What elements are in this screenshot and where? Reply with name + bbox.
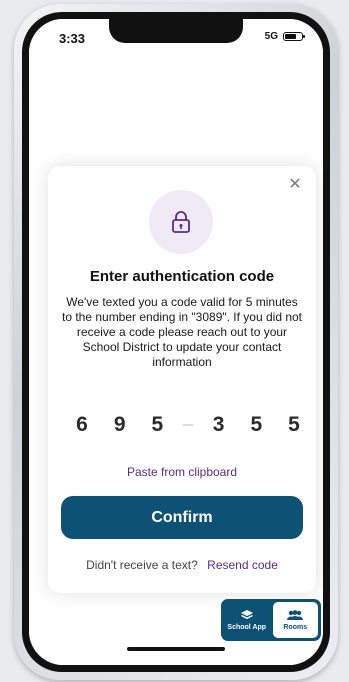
resend-code-link[interactable]: Resend code: [207, 558, 278, 572]
paste-from-clipboard-link[interactable]: Paste from clipboard: [48, 465, 316, 479]
people-icon: [287, 609, 304, 620]
code-digit[interactable]: 5: [244, 413, 268, 437]
layers-icon: [240, 610, 253, 620]
modal-title: Enter authentication code: [89, 268, 275, 285]
battery-icon: [283, 32, 305, 41]
tab-school-app[interactable]: School App: [224, 602, 270, 638]
tab-label: Rooms: [283, 623, 308, 631]
notch: [109, 19, 243, 43]
modal-description: We've texted you a code valid for 5 minu…: [61, 295, 303, 369]
code-digit[interactable]: 5: [282, 413, 306, 437]
auth-modal: ✕ Enter authentication code We've texted…: [48, 166, 316, 593]
status-time: 3:33: [59, 31, 86, 46]
code-digit[interactable]: 6: [70, 413, 94, 437]
status-indicators: 5G: [264, 31, 305, 42]
code-input-row[interactable]: 6 9 5 3 5 5: [70, 412, 306, 438]
resend-prompt: Didn't receive a text?: [86, 558, 198, 572]
resend-row: Didn't receive a text? Resend code: [48, 558, 316, 572]
tab-rooms[interactable]: Rooms: [272, 602, 318, 638]
code-separator: [182, 424, 193, 426]
home-indicator: [127, 647, 225, 651]
phone-screen: 3:33 5G ✕ Enter authentication code We'v…: [29, 19, 323, 665]
confirm-button[interactable]: Confirm: [61, 496, 303, 539]
lock-icon: [172, 211, 190, 233]
tab-label: School App: [227, 624, 267, 631]
code-digit[interactable]: 5: [145, 413, 169, 437]
code-digit[interactable]: 9: [108, 413, 132, 437]
app-switcher: School App Rooms: [221, 599, 321, 641]
network-label: 5G: [264, 31, 278, 42]
code-digit[interactable]: 3: [207, 413, 231, 437]
lock-badge: [149, 190, 213, 254]
close-icon[interactable]: ✕: [288, 177, 302, 193]
